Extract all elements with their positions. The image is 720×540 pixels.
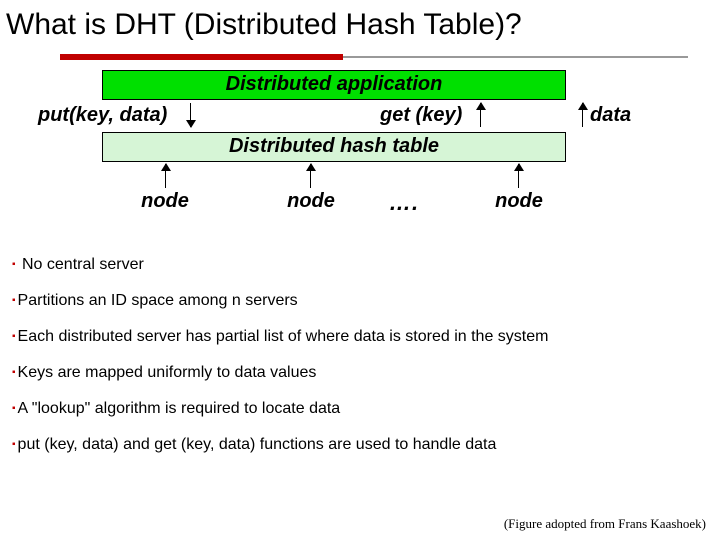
arrow-data-up: [582, 103, 583, 127]
node-4: node: [464, 190, 574, 216]
bullet-5: ▪A "lookup" algorithm is required to loc…: [12, 399, 704, 419]
bullet-icon: ▪: [12, 295, 16, 306]
bullet-icon: ▪: [12, 403, 16, 414]
label-put: put(key, data): [38, 104, 167, 127]
node-1: node: [110, 190, 220, 216]
bullet-text: Keys are mapped uniformly to data values: [18, 364, 317, 381]
label-get: get (key): [380, 104, 462, 127]
bullet-icon: ▪: [12, 439, 16, 450]
arrow-node2-up: [310, 164, 311, 188]
bullet-icon: ▪: [12, 259, 16, 270]
bullet-text: A "lookup" algorithm is required to loca…: [18, 400, 341, 417]
arrow-node4-up: [518, 164, 519, 188]
bullet-text: Partitions an ID space among n servers: [18, 292, 298, 309]
diagram: Distributed application Distributed hash…: [30, 70, 690, 255]
arrow-node1-up: [165, 164, 166, 188]
bullet-list: ▪ No central server ▪Partitions an ID sp…: [12, 255, 704, 455]
arrow-get-up: [480, 103, 481, 127]
label-data: data: [590, 104, 631, 127]
bullet-icon: ▪: [12, 331, 16, 342]
bullet-2: ▪Partitions an ID space among n servers: [12, 291, 704, 311]
divider: [60, 54, 688, 60]
node-2: node: [256, 190, 366, 216]
box-distributed-application: Distributed application: [102, 70, 566, 100]
divider-red: [60, 54, 343, 60]
divider-gray: [343, 56, 688, 58]
arrow-put-down: [190, 103, 191, 127]
node-dots: ….: [374, 190, 434, 216]
bullet-1: ▪ No central server: [12, 255, 704, 275]
bullet-3: ▪Each distributed server has partial lis…: [12, 327, 704, 347]
bullet-6: ▪put (key, data) and get (key, data) fun…: [12, 435, 704, 455]
bullet-icon: ▪: [12, 367, 16, 378]
slide-title: What is DHT (Distributed Hash Table)?: [0, 0, 720, 46]
bullet-text: Each distributed server has partial list…: [18, 328, 549, 345]
bullet-4: ▪Keys are mapped uniformly to data value…: [12, 363, 704, 383]
bullet-text: put (key, data) and get (key, data) func…: [18, 436, 497, 453]
box-distributed-hash-table: Distributed hash table: [102, 132, 566, 162]
credit-text: (Figure adopted from Frans Kaashoek): [504, 516, 706, 532]
bullet-text: No central server: [18, 256, 144, 273]
